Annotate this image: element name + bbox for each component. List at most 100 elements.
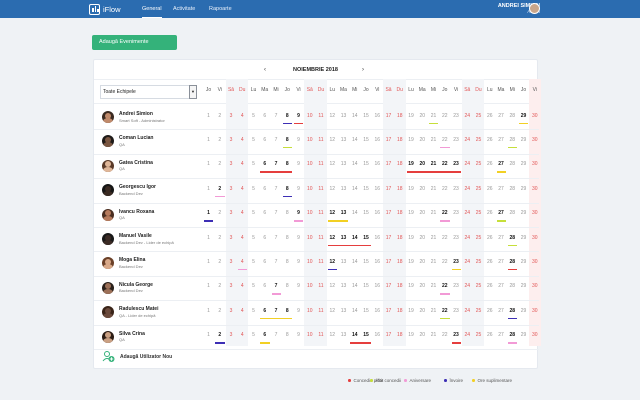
day-cell[interactable]: 16 <box>372 113 383 120</box>
event-marker-other[interactable] <box>429 122 439 124</box>
day-cell[interactable]: 9 <box>293 283 304 290</box>
day-cell[interactable]: 12 <box>327 161 338 168</box>
day-cell[interactable]: 20 <box>417 186 428 193</box>
day-cell[interactable]: 12 <box>327 332 338 339</box>
employee-name[interactable]: Coman Lucian <box>119 135 153 141</box>
day-cell[interactable]: 10 <box>304 235 315 242</box>
day-cell[interactable]: 8 <box>282 137 293 144</box>
day-cell[interactable]: 23 <box>451 186 462 193</box>
day-cell[interactable]: 19 <box>406 259 417 266</box>
day-cell[interactable]: 17 <box>383 235 394 242</box>
day-cell[interactable]: 4 <box>237 235 248 242</box>
day-cell[interactable]: 28 <box>507 332 518 339</box>
day-cell[interactable]: 27 <box>496 259 507 266</box>
day-cell[interactable]: 25 <box>473 308 484 315</box>
event-marker-overtime[interactable] <box>260 317 292 320</box>
event-marker-extra[interactable] <box>327 268 337 271</box>
day-cell[interactable]: 26 <box>484 161 495 168</box>
day-cell[interactable]: 28 <box>507 283 518 290</box>
day-cell[interactable]: 21 <box>428 283 439 290</box>
employee-avatar[interactable] <box>102 281 114 294</box>
day-cell[interactable]: 21 <box>428 161 439 168</box>
day-cell[interactable]: 21 <box>428 259 439 266</box>
day-cell[interactable]: 15 <box>361 332 372 339</box>
day-cell[interactable]: 13 <box>338 259 349 266</box>
day-cell[interactable]: 30 <box>529 332 540 339</box>
day-cell[interactable]: 17 <box>383 283 394 290</box>
day-cell[interactable]: 25 <box>473 161 484 168</box>
day-cell[interactable]: 20 <box>417 308 428 315</box>
day-cell[interactable]: 5 <box>248 235 259 242</box>
day-cell[interactable]: 3 <box>226 161 237 168</box>
day-cell[interactable]: 24 <box>462 161 473 168</box>
day-cell[interactable]: 20 <box>417 332 428 339</box>
day-cell[interactable]: 7 <box>271 137 282 144</box>
day-cell[interactable]: 16 <box>372 283 383 290</box>
day-cell[interactable]: 6 <box>259 235 270 242</box>
day-cell[interactable]: 22 <box>439 235 450 242</box>
event-marker-extra[interactable] <box>204 220 214 222</box>
day-cell[interactable]: 29 <box>518 308 529 315</box>
day-cell[interactable]: 30 <box>529 283 540 290</box>
day-cell[interactable]: 21 <box>428 137 439 144</box>
day-cell[interactable]: 27 <box>496 161 507 168</box>
day-cell[interactable]: 25 <box>473 235 484 242</box>
day-cell[interactable]: 11 <box>316 259 327 266</box>
event-marker-paid[interactable] <box>327 244 371 246</box>
day-cell[interactable]: 30 <box>529 113 540 120</box>
day-cell[interactable]: 6 <box>259 308 270 315</box>
day-cell[interactable]: 2 <box>214 235 225 242</box>
day-cell[interactable]: 20 <box>417 113 428 120</box>
day-cell[interactable]: 1 <box>203 186 214 193</box>
day-cell[interactable]: 6 <box>259 259 270 266</box>
day-cell[interactable]: 25 <box>473 210 484 217</box>
day-cell[interactable]: 23 <box>451 161 462 168</box>
day-cell[interactable]: 9 <box>293 186 304 193</box>
day-cell[interactable]: 29 <box>518 210 529 217</box>
day-cell[interactable]: 29 <box>518 137 529 144</box>
day-cell[interactable]: 18 <box>394 137 405 144</box>
day-cell[interactable]: 18 <box>394 283 405 290</box>
day-cell[interactable]: 15 <box>361 283 372 290</box>
day-cell[interactable]: 2 <box>214 186 225 193</box>
day-cell[interactable]: 23 <box>451 308 462 315</box>
day-cell[interactable]: 20 <box>417 283 428 290</box>
day-cell[interactable]: 10 <box>304 283 315 290</box>
event-marker-other[interactable] <box>507 244 517 246</box>
day-cell[interactable]: 12 <box>327 186 338 193</box>
day-cell[interactable]: 24 <box>462 113 473 120</box>
day-cell[interactable]: 28 <box>507 113 518 120</box>
day-cell[interactable]: 15 <box>361 186 372 193</box>
event-marker-paid[interactable] <box>260 171 292 173</box>
day-cell[interactable]: 7 <box>271 186 282 193</box>
day-cell[interactable]: 11 <box>316 137 327 144</box>
day-cell[interactable]: 21 <box>428 210 439 217</box>
day-cell[interactable]: 26 <box>484 137 495 144</box>
day-cell[interactable]: 18 <box>394 235 405 242</box>
day-cell[interactable]: 19 <box>406 161 417 168</box>
day-cell[interactable]: 3 <box>226 186 237 193</box>
event-marker-extra[interactable] <box>215 342 225 344</box>
day-cell[interactable]: 5 <box>248 113 259 120</box>
day-cell[interactable]: 11 <box>316 332 327 339</box>
day-cell[interactable]: 7 <box>271 283 282 290</box>
day-cell[interactable]: 13 <box>338 210 349 217</box>
day-cell[interactable]: 27 <box>496 210 507 217</box>
day-cell[interactable]: 17 <box>383 308 394 315</box>
day-cell[interactable]: 5 <box>248 332 259 339</box>
day-cell[interactable]: 28 <box>507 161 518 168</box>
day-cell[interactable]: 9 <box>293 210 304 217</box>
day-cell[interactable]: 7 <box>271 210 282 217</box>
employee-avatar[interactable] <box>102 159 114 172</box>
day-cell[interactable]: 21 <box>428 332 439 339</box>
day-cell[interactable]: 3 <box>226 308 237 315</box>
day-cell[interactable]: 17 <box>383 186 394 193</box>
day-cell[interactable]: 14 <box>349 210 360 217</box>
day-cell[interactable]: 15 <box>361 137 372 144</box>
day-cell[interactable]: 20 <box>417 210 428 217</box>
day-cell[interactable]: 5 <box>248 259 259 266</box>
day-cell[interactable]: 11 <box>316 235 327 242</box>
day-cell[interactable]: 22 <box>439 161 450 168</box>
day-cell[interactable]: 7 <box>271 235 282 242</box>
day-cell[interactable]: 12 <box>327 113 338 120</box>
